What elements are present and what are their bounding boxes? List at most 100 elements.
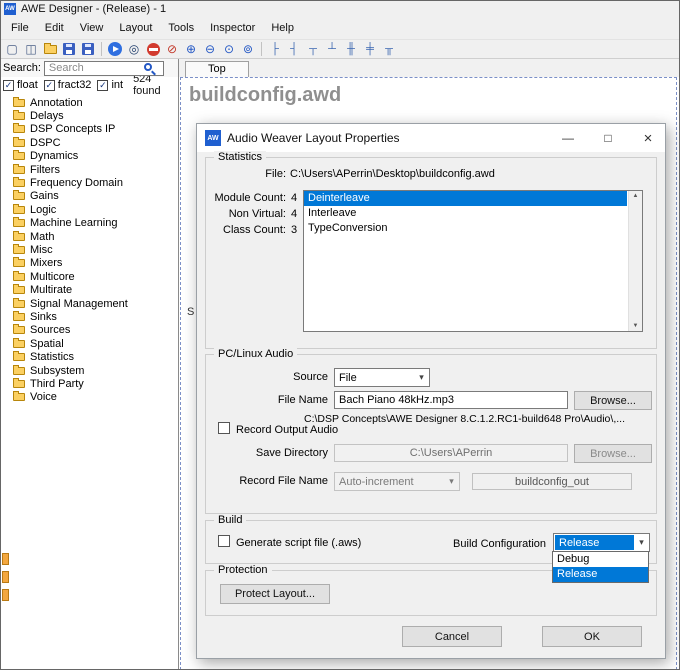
tree-item-signal-management[interactable]: Signal Management xyxy=(1,297,178,310)
dropdown-option-release[interactable]: Release xyxy=(553,567,648,582)
align-left-icon[interactable]: ├ xyxy=(266,41,284,58)
profile-icon[interactable]: ◎ xyxy=(125,41,143,58)
browse-button[interactable]: Browse... xyxy=(574,391,652,410)
list-item-interleave[interactable]: Interleave xyxy=(304,206,627,221)
tree-item-logic[interactable]: Logic xyxy=(1,203,178,216)
module-class-list[interactable]: Deinterleave Interleave TypeConversion ▲… xyxy=(303,190,643,332)
folder-icon xyxy=(13,300,25,308)
tree-item-annotation[interactable]: Annotation xyxy=(1,96,178,109)
zoom-in-icon[interactable]: ⊕ xyxy=(182,41,200,58)
dialog-titlebar[interactable]: AW Audio Weaver Layout Properties — □ × xyxy=(197,124,665,152)
tab-bar: Top xyxy=(179,59,679,77)
tree-item-dspc[interactable]: DSPC xyxy=(1,136,178,149)
int-checkbox[interactable]: ✓ xyxy=(97,80,108,91)
file-name-input[interactable] xyxy=(334,391,568,409)
save-all-icon[interactable] xyxy=(79,41,97,58)
new-layout-icon[interactable]: ▢ xyxy=(3,41,21,58)
tree-item-third-party[interactable]: Third Party xyxy=(1,377,178,390)
save-icon[interactable] xyxy=(60,41,78,58)
tree-item-dsp-concepts-ip[interactable]: DSP Concepts IP xyxy=(1,123,178,136)
cancel-button[interactable]: Cancel xyxy=(402,626,502,647)
folder-icon xyxy=(13,192,25,200)
list-scrollbar[interactable]: ▲ ▼ xyxy=(628,191,642,331)
align-bottom-icon[interactable]: ┴ xyxy=(323,41,341,58)
tree-label: Multicore xyxy=(30,271,75,283)
dock-tab-icon[interactable] xyxy=(2,553,9,565)
tree-item-sinks[interactable]: Sinks xyxy=(1,310,178,323)
browse-disabled-button: Browse... xyxy=(574,444,652,463)
save-directory-label: Save Directory xyxy=(206,447,328,459)
window-titlebar[interactable]: AW AWE Designer - (Release) - 1 xyxy=(1,1,679,17)
split-view-icon[interactable]: ◫ xyxy=(22,41,40,58)
tree-item-statistics[interactable]: Statistics xyxy=(1,350,178,363)
tab-top[interactable]: Top xyxy=(185,61,249,77)
scroll-up-icon[interactable]: ▲ xyxy=(633,193,639,199)
distribute-vertical-icon[interactable]: ╪ xyxy=(361,41,379,58)
toolbar-separator xyxy=(101,42,102,56)
play-icon[interactable] xyxy=(106,41,124,58)
record-output-checkbox[interactable] xyxy=(218,422,230,434)
search-icon xyxy=(144,63,152,71)
fract32-checkbox[interactable]: ✓ xyxy=(44,80,55,91)
tree-item-machine-learning[interactable]: Machine Learning xyxy=(1,217,178,230)
chevron-down-icon: ▾ xyxy=(444,473,459,490)
folder-icon xyxy=(13,112,25,120)
no-entry-glyph-icon xyxy=(147,43,160,56)
tree-item-frequency-domain[interactable]: Frequency Domain xyxy=(1,176,178,189)
align-top-icon[interactable]: ┬ xyxy=(304,41,322,58)
folder-icon xyxy=(13,125,25,133)
ok-button[interactable]: OK xyxy=(542,626,642,647)
menu-help[interactable]: Help xyxy=(263,19,302,37)
tree-item-sources[interactable]: Sources xyxy=(1,324,178,337)
tree-item-gains[interactable]: Gains xyxy=(1,190,178,203)
tree-item-math[interactable]: Math xyxy=(1,230,178,243)
folder-icon xyxy=(13,99,25,107)
menu-edit[interactable]: Edit xyxy=(37,19,72,37)
tree-item-spatial[interactable]: Spatial xyxy=(1,337,178,350)
dropdown-option-debug[interactable]: Debug xyxy=(553,552,648,567)
file-path-note: C:\DSP Concepts\AWE Designer 8.C.1.2.RC1… xyxy=(304,413,625,425)
tree-item-mixers[interactable]: Mixers xyxy=(1,257,178,270)
tree-item-subsystem[interactable]: Subsystem xyxy=(1,364,178,377)
menu-tools[interactable]: Tools xyxy=(160,19,202,37)
module-count-label: Module Count: xyxy=(206,192,286,204)
tree-label: Logic xyxy=(30,204,56,216)
generate-script-checkbox[interactable] xyxy=(218,535,230,547)
zoom-region-icon[interactable]: ⊚ xyxy=(239,41,257,58)
inspect-icon[interactable]: ⊘ xyxy=(163,41,181,58)
menu-file[interactable]: File xyxy=(3,19,37,37)
build-configuration-combo[interactable]: Release ▾ xyxy=(553,533,650,552)
record-file-mode-value: Auto-increment xyxy=(335,473,444,490)
build-configuration-label: Build Configuration xyxy=(434,538,546,550)
list-item-deinterleave[interactable]: Deinterleave xyxy=(304,191,627,206)
scroll-down-icon[interactable]: ▼ xyxy=(633,323,639,329)
close-icon[interactable]: × xyxy=(631,124,665,152)
maximize-icon[interactable]: □ xyxy=(591,124,625,152)
dock-tab-icon[interactable] xyxy=(2,589,9,601)
list-item-typeconversion[interactable]: TypeConversion xyxy=(304,221,627,236)
tree-item-dynamics[interactable]: Dynamics xyxy=(1,150,178,163)
float-checkbox[interactable]: ✓ xyxy=(3,80,14,91)
minimize-icon[interactable]: — xyxy=(551,124,585,152)
menu-view[interactable]: View xyxy=(72,19,112,37)
halt-icon[interactable] xyxy=(144,41,162,58)
tree-item-voice[interactable]: Voice xyxy=(1,391,178,404)
dock-tab-icon[interactable] xyxy=(2,571,9,583)
file-path-value: C:\Users\APerrin\Desktop\buildconfig.awd xyxy=(290,168,495,180)
route-wires-icon[interactable]: ╥ xyxy=(380,41,398,58)
tree-item-misc[interactable]: Misc xyxy=(1,243,178,256)
tree-item-filters[interactable]: Filters xyxy=(1,163,178,176)
distribute-horizontal-icon[interactable]: ╫ xyxy=(342,41,360,58)
source-combo[interactable]: File ▾ xyxy=(334,368,430,387)
menu-layout[interactable]: Layout xyxy=(111,19,160,37)
protect-layout-button[interactable]: Protect Layout... xyxy=(220,584,330,604)
zoom-fit-icon[interactable]: ⊙ xyxy=(220,41,238,58)
tree-item-delays[interactable]: Delays xyxy=(1,109,178,122)
open-folder-icon[interactable] xyxy=(41,41,59,58)
tree-item-multicore[interactable]: Multicore xyxy=(1,270,178,283)
zoom-out-icon[interactable]: ⊖ xyxy=(201,41,219,58)
menu-inspector[interactable]: Inspector xyxy=(202,19,263,37)
align-right-icon[interactable]: ┤ xyxy=(285,41,303,58)
tree-label: Filters xyxy=(30,164,60,176)
tree-item-multirate[interactable]: Multirate xyxy=(1,283,178,296)
